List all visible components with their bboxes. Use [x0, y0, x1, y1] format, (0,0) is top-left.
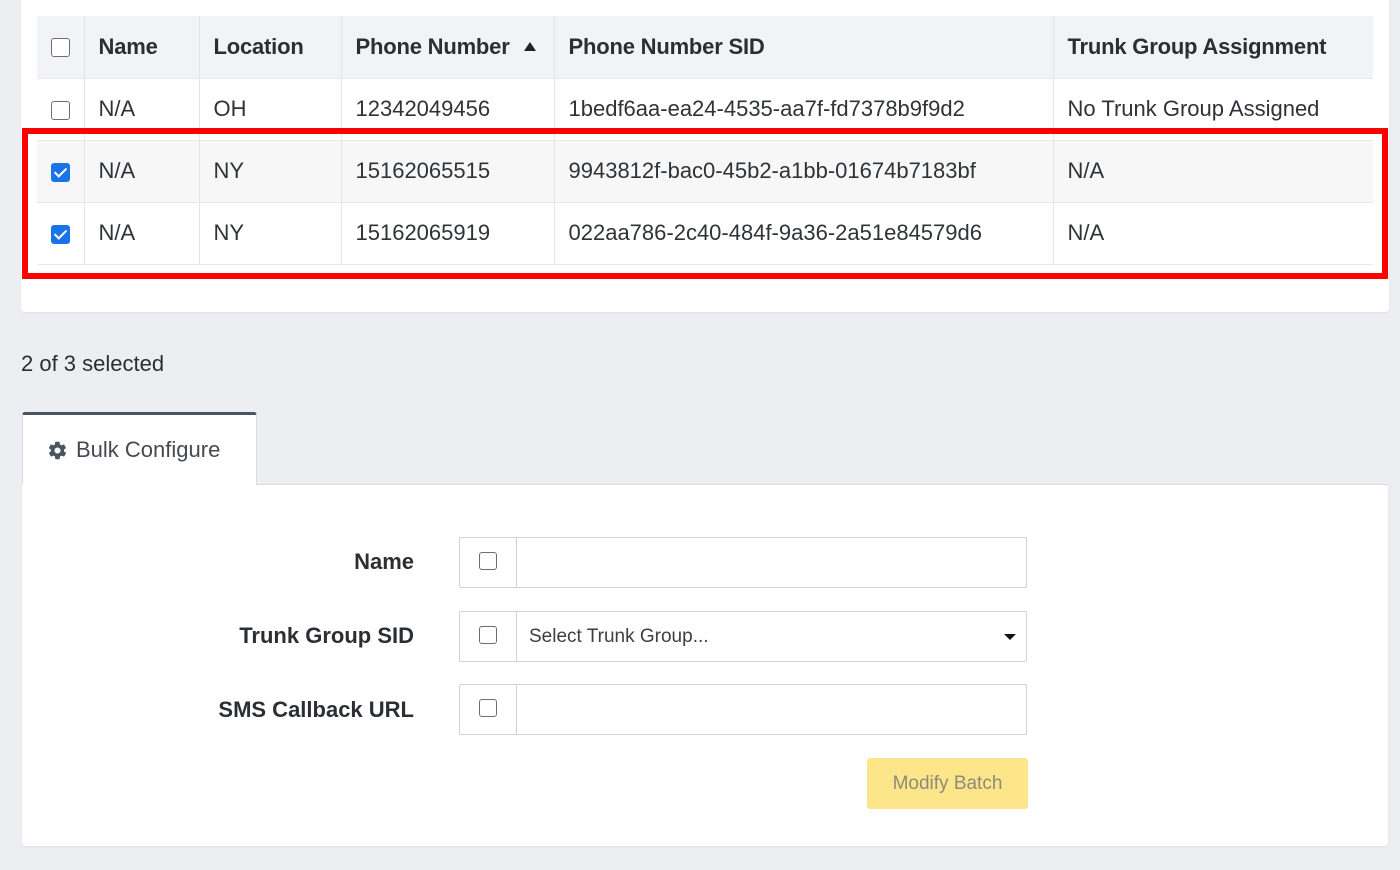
row-select-cell — [37, 140, 85, 203]
bulk-configure-panel: Name Trunk Group SID Select Trunk Group.… — [22, 484, 1388, 846]
tab-bulk-configure-label: Bulk Configure — [76, 437, 221, 462]
trunk-group-select-placeholder: Select Trunk Group... — [529, 625, 709, 647]
trunk-group-field-toggle — [460, 612, 517, 661]
sms-callback-field-group — [459, 684, 1027, 735]
column-header-phone-number-label: Phone Number — [355, 33, 510, 59]
table-header-row: Name Location Phone Number Phone Number … — [37, 16, 1373, 79]
sms-callback-enable-checkbox[interactable] — [479, 698, 497, 717]
column-header-phone-number-sid[interactable]: Phone Number SID — [554, 16, 1054, 79]
name-field-toggle — [460, 538, 517, 587]
cell-name: N/A — [84, 202, 200, 265]
cell-phone-number-sid: 022aa786-2c40-484f-9a36-2a51e84579d6 — [554, 202, 1054, 265]
name-field-group — [459, 537, 1027, 588]
cell-trunk-group: N/A — [1053, 140, 1373, 203]
trunk-group-enable-checkbox[interactable] — [479, 625, 497, 644]
cell-location: NY — [199, 202, 342, 265]
cell-location: NY — [199, 140, 342, 203]
select-all-cell — [37, 16, 85, 79]
name-input[interactable] — [517, 538, 1026, 587]
cell-phone-number-sid: 1bedf6aa-ea24-4535-aa7f-fd7378b9f9d2 — [554, 78, 1054, 141]
table-row[interactable]: N/A OH 12342049456 1bedf6aa-ea24-4535-aa… — [37, 78, 1373, 141]
trunk-group-sid-label: Trunk Group SID — [239, 623, 414, 648]
row-select-cell — [37, 78, 85, 141]
sms-callback-url-input[interactable] — [517, 685, 1026, 734]
cell-name: N/A — [84, 140, 200, 203]
cell-trunk-group: N/A — [1053, 202, 1373, 265]
trunk-group-select[interactable]: Select Trunk Group... — [517, 612, 1026, 661]
selection-summary: 2 of 3 selected — [21, 351, 165, 376]
column-header-phone-number[interactable]: Phone Number — [341, 16, 555, 79]
table-row[interactable]: N/A NY 15162065515 9943812f-bac0-45b2-a1… — [37, 140, 1373, 203]
phone-numbers-card: Name Location Phone Number Phone Number … — [21, 0, 1389, 312]
cell-trunk-group: No Trunk Group Assigned — [1053, 78, 1373, 141]
row-select-cell — [37, 202, 85, 265]
cell-phone-number-sid: 9943812f-bac0-45b2-a1bb-01674b7183bf — [554, 140, 1054, 203]
tab-bulk-configure[interactable]: Bulk Configure — [22, 412, 257, 485]
column-header-name[interactable]: Name — [84, 16, 200, 79]
name-enable-checkbox[interactable] — [479, 551, 497, 570]
sms-callback-url-label: SMS Callback URL — [218, 697, 414, 722]
gear-icon — [47, 440, 68, 461]
sort-ascending-icon[interactable] — [523, 41, 536, 51]
modify-batch-button[interactable]: Modify Batch — [867, 758, 1028, 809]
cell-phone-number: 12342049456 — [341, 78, 555, 141]
cell-phone-number: 15162065919 — [341, 202, 555, 265]
cell-location: OH — [199, 78, 342, 141]
column-header-location[interactable]: Location — [199, 16, 342, 79]
sms-callback-field-toggle — [460, 685, 517, 734]
row-checkbox[interactable] — [50, 100, 70, 120]
trunk-group-field-group: Select Trunk Group... — [459, 611, 1027, 662]
row-checkbox[interactable] — [50, 162, 70, 182]
cell-phone-number: 15162065515 — [341, 140, 555, 203]
name-field-label: Name — [354, 549, 414, 574]
cell-name: N/A — [84, 78, 200, 141]
caret-down-icon — [1004, 633, 1016, 640]
select-all-checkbox[interactable] — [50, 38, 70, 58]
phone-numbers-table: Name Location Phone Number Phone Number … — [37, 16, 1373, 265]
row-checkbox[interactable] — [50, 224, 70, 244]
column-header-trunk-group-assignment[interactable]: Trunk Group Assignment — [1053, 16, 1373, 79]
table-row[interactable]: N/A NY 15162065919 022aa786-2c40-484f-9a… — [37, 202, 1373, 265]
